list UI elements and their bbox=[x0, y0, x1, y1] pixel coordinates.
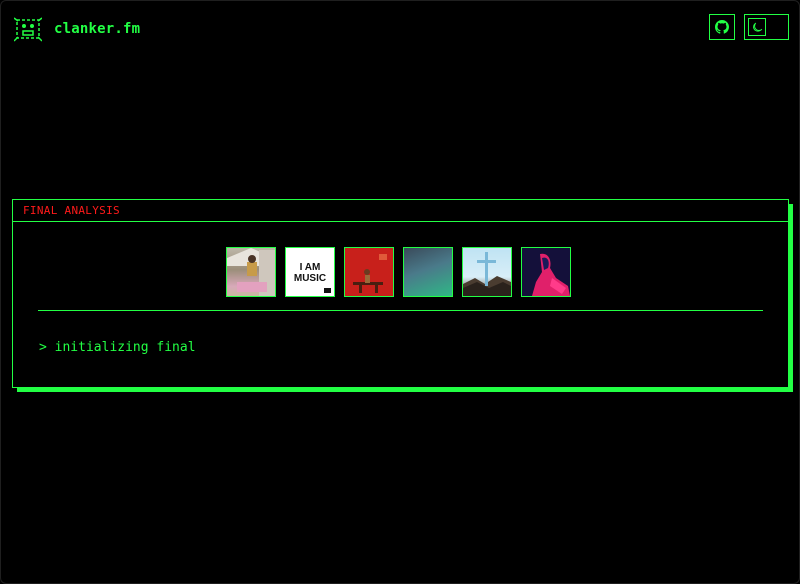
theme-toggle[interactable] bbox=[744, 14, 789, 40]
album-cover-i-am-music[interactable]: I AM MUSIC bbox=[285, 247, 335, 297]
github-icon bbox=[715, 20, 729, 34]
github-button[interactable] bbox=[709, 14, 735, 40]
album-art-cross bbox=[463, 252, 511, 296]
divider bbox=[38, 310, 763, 311]
brand[interactable]: clanker.fm bbox=[14, 15, 140, 43]
moon-icon bbox=[752, 22, 762, 32]
robot-face-icon bbox=[14, 17, 42, 42]
final-analysis-panel: FINAL ANALYSIS I AM MUSIC > initializing… bbox=[12, 199, 789, 388]
terminal-status: > initializing final bbox=[39, 340, 196, 355]
brand-name: clanker.fm bbox=[54, 21, 141, 37]
panel-title: FINAL ANALYSIS bbox=[23, 204, 120, 217]
album-art-1 bbox=[227, 248, 275, 296]
album-cover-1[interactable] bbox=[226, 247, 276, 297]
album-cover-3[interactable] bbox=[344, 247, 394, 297]
parental-advisory-icon bbox=[324, 288, 331, 293]
panel-header: FINAL ANALYSIS bbox=[13, 200, 788, 222]
album-cover-text: I AM MUSIC bbox=[293, 262, 327, 284]
album-art-3 bbox=[345, 248, 393, 296]
album-cover-4[interactable] bbox=[403, 247, 453, 297]
theme-toggle-knob bbox=[748, 18, 766, 36]
album-art-6 bbox=[522, 248, 570, 296]
album-cover-6[interactable] bbox=[521, 247, 571, 297]
album-covers: I AM MUSIC bbox=[226, 247, 571, 297]
album-cover-cross[interactable] bbox=[462, 247, 512, 297]
